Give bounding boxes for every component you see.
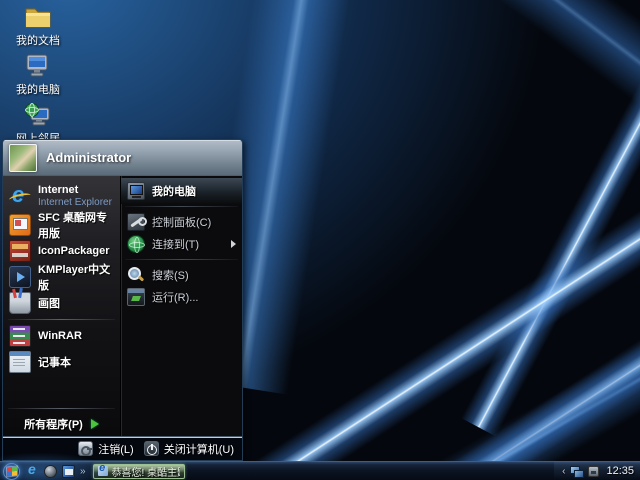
notepad-icon xyxy=(9,351,31,373)
user-name: Administrator xyxy=(46,150,131,165)
start-item-label: KMPlayer中文版 xyxy=(38,261,116,293)
my-computer-icon xyxy=(24,53,52,78)
start-item-sfc[interactable]: SFC 桌酷网专用版 xyxy=(3,212,120,238)
start-item-control-panel[interactable]: 控制面板(C) xyxy=(121,211,242,233)
shut-down-button[interactable]: 关闭计算机(U) xyxy=(144,441,234,457)
my-documents-folder-icon xyxy=(24,5,52,29)
ime-tray-icon[interactable] xyxy=(588,466,599,477)
task-button-label: 恭喜您! 桌酷主题... xyxy=(112,464,180,479)
windows-flag-icon xyxy=(7,466,17,476)
desktop-screen: 我的文档 我的电脑 网上邻居 Administrator xyxy=(0,0,640,480)
system-tray: ‹ 12:35 xyxy=(554,462,640,480)
all-programs-button[interactable]: 所有程序(P) xyxy=(3,412,120,436)
power-icon xyxy=(144,441,159,456)
log-off-button[interactable]: 注销(L) xyxy=(78,441,133,457)
desktop-icon-my-computer[interactable]: 我的电脑 xyxy=(6,53,70,96)
network-places-icon xyxy=(24,102,52,127)
quicklaunch-overflow-chevron[interactable]: » xyxy=(80,466,85,477)
start-menu-footer: 注销(L) 关闭计算机(U) xyxy=(3,436,242,460)
start-menu-user-panel: Administrator xyxy=(3,140,242,176)
start-item-label: 我的电脑 xyxy=(152,183,238,199)
start-item-search[interactable]: 搜索(S) xyxy=(121,264,242,286)
tray-collapse-chevron[interactable]: ‹ xyxy=(562,466,565,477)
right-column-group: 控制面板(C) 连接到(T) xyxy=(121,209,242,257)
menu-separator xyxy=(125,206,238,207)
submenu-arrow-icon xyxy=(231,240,236,248)
start-item-label: 画图 xyxy=(38,295,60,311)
right-column-group: 搜索(S) 运行(R)... xyxy=(121,262,242,310)
menu-separator xyxy=(125,259,238,260)
start-menu-right-column: 我的电脑 控制面板(C) 连接到(T) xyxy=(121,176,242,436)
taskbar-clock: 12:35 xyxy=(606,465,634,477)
left-column-spacer xyxy=(3,375,120,405)
taskbar-task-button[interactable]: 恭喜您! 桌酷主题... xyxy=(93,464,185,479)
start-item-run[interactable]: 运行(R)... xyxy=(121,286,242,308)
all-programs-arrow-icon xyxy=(91,419,99,429)
start-item-internet[interactable]: Internet Internet Explorer xyxy=(3,179,120,212)
start-item-kmplayer[interactable]: KMPlayer中文版 xyxy=(3,264,120,290)
start-item-label: 控制面板(C) xyxy=(152,214,238,230)
start-item-winrar[interactable]: WinRAR xyxy=(3,323,120,349)
start-item-label: IconPackager xyxy=(38,245,110,257)
kmplayer-icon xyxy=(9,266,31,288)
start-button[interactable] xyxy=(3,463,20,480)
internet-explorer-quicklaunch-icon[interactable] xyxy=(26,465,39,478)
winrar-icon xyxy=(9,325,31,347)
start-item-notepad[interactable]: 记事本 xyxy=(3,349,120,375)
menu-separator xyxy=(8,319,115,320)
start-menu-body: Internet Internet Explorer SFC 桌酷网专用版 Ic… xyxy=(3,176,242,436)
start-item-my-computer[interactable]: 我的电脑 xyxy=(121,180,242,202)
messenger-quicklaunch-icon[interactable] xyxy=(62,465,75,478)
control-panel-icon xyxy=(127,213,145,231)
media-player-quicklaunch-icon[interactable] xyxy=(44,465,57,478)
iconpackager-icon xyxy=(9,240,31,262)
start-item-label: 搜索(S) xyxy=(152,267,238,283)
run-icon xyxy=(127,288,145,306)
start-item-label: SFC 桌酷网专用版 xyxy=(38,209,116,241)
desktop-icon-label: 我的电脑 xyxy=(6,84,70,96)
start-item-label: 记事本 xyxy=(38,354,71,370)
start-item-label: 连接到(T) xyxy=(152,236,224,252)
start-menu-left-column: Internet Internet Explorer SFC 桌酷网专用版 Ic… xyxy=(3,176,121,436)
taskbar: » 恭喜您! 桌酷主题... ‹ 12:35 xyxy=(0,461,640,480)
ie-page-icon xyxy=(98,466,108,476)
log-off-key-icon xyxy=(78,441,93,456)
paint-icon xyxy=(9,292,31,314)
pinned-item-title: Internet xyxy=(38,184,112,197)
internet-explorer-icon xyxy=(9,185,31,207)
all-programs-label: 所有程序(P) xyxy=(24,416,83,432)
pinned-item-subtitle: Internet Explorer xyxy=(38,197,112,208)
log-off-label: 注销(L) xyxy=(98,441,133,457)
start-menu: Administrator Internet Internet Explorer… xyxy=(2,139,243,461)
search-icon xyxy=(127,266,145,284)
menu-separator xyxy=(8,408,115,409)
start-item-paint[interactable]: 画图 xyxy=(3,290,120,316)
connect-to-icon xyxy=(127,235,145,253)
start-item-connect-to[interactable]: 连接到(T) xyxy=(121,233,242,255)
desktop-icon-my-documents[interactable]: 我的文档 xyxy=(6,5,70,47)
my-computer-icon xyxy=(127,182,145,200)
right-column-group: 我的电脑 xyxy=(121,178,242,204)
quick-launch-bar: » xyxy=(26,465,85,478)
desktop-icon-label: 我的文档 xyxy=(6,35,70,47)
user-avatar xyxy=(9,144,37,172)
start-item-label: WinRAR xyxy=(38,330,82,342)
shut-down-label: 关闭计算机(U) xyxy=(164,441,234,457)
start-item-label: 运行(R)... xyxy=(152,289,238,305)
network-tray-icon[interactable] xyxy=(570,466,583,477)
sfc-icon xyxy=(9,214,31,236)
